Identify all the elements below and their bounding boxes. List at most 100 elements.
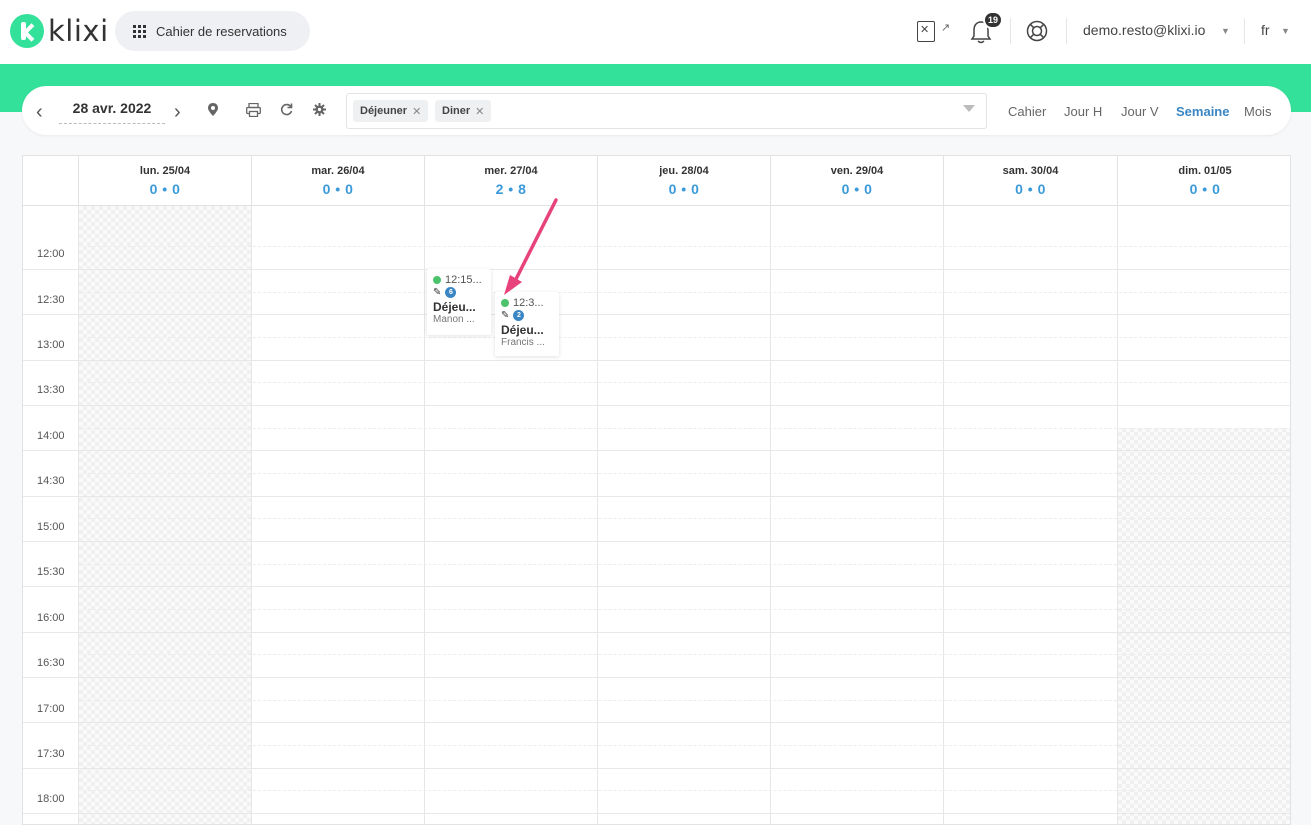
filter-tag-dejeuner[interactable]: Déjeuner ✕ xyxy=(353,100,429,122)
logo-mark-icon xyxy=(10,14,44,48)
day-header-sun[interactable]: dim. 01/05 0 • 0 xyxy=(1117,156,1290,206)
view-cahier[interactable]: Cahier xyxy=(1008,104,1046,119)
day-count: 0 • 0 xyxy=(1015,181,1046,197)
view-semaine[interactable]: Semaine xyxy=(1176,104,1229,119)
day-column-thu[interactable] xyxy=(597,206,770,824)
day-name: lun. 25/04 xyxy=(139,165,191,177)
day-header-sat[interactable]: sam. 30/04 0 • 0 xyxy=(943,156,1117,206)
remove-tag-icon[interactable]: ✕ xyxy=(412,105,421,118)
table-plan-icon[interactable] xyxy=(917,21,935,42)
next-chevron-icon[interactable]: › xyxy=(174,101,181,124)
grid-line xyxy=(78,382,1290,383)
help-lifebuoy-icon[interactable] xyxy=(1026,20,1048,42)
reservation-book-button[interactable]: Cahier de reservations xyxy=(115,11,310,51)
day-column-tue[interactable] xyxy=(251,206,424,824)
reservation-service: Déjeu... xyxy=(433,300,476,314)
grid-line xyxy=(78,473,1290,474)
grid-line xyxy=(78,564,1290,565)
day-header-tue[interactable]: mar. 26/04 0 • 0 xyxy=(251,156,424,206)
covers-badge: 6 xyxy=(445,287,457,298)
printer-icon[interactable] xyxy=(246,102,261,120)
chevron-down-icon[interactable]: ▼ xyxy=(1221,26,1230,36)
apps-grid-icon xyxy=(133,24,146,38)
day-column-mon[interactable] xyxy=(78,206,251,824)
view-jour-h[interactable]: Jour H xyxy=(1064,104,1102,119)
previous-chevron-icon[interactable]: ‹ xyxy=(36,101,43,124)
time-label: 16:00 xyxy=(37,612,65,624)
time-label: 17:00 xyxy=(37,703,65,715)
pencil-icon: ✎ xyxy=(501,310,510,321)
day-column-sun[interactable] xyxy=(1117,206,1290,824)
time-label: 13:00 xyxy=(37,339,65,351)
closed-slot-area xyxy=(1118,428,1290,824)
day-column-sat[interactable] xyxy=(943,206,1117,824)
day-count: 0 • 0 xyxy=(841,181,873,197)
day-header-thu[interactable]: jeu. 28/04 0 • 0 xyxy=(597,156,770,206)
grid-line xyxy=(23,405,1290,406)
reservation-guest-name: Francis ... xyxy=(501,337,545,348)
grid-line xyxy=(23,314,1290,315)
date-picker[interactable]: 28 avr. 2022 xyxy=(59,100,165,124)
grid-line xyxy=(78,428,1290,429)
day-name: ven. 29/04 xyxy=(830,165,884,177)
reservation-card[interactable]: 12:3... ✎ 2 Déjeu... Francis ... xyxy=(495,292,559,356)
day-name: dim. 01/05 xyxy=(1178,165,1232,177)
reservation-time: 12:15... xyxy=(445,273,482,286)
filter-tag-diner[interactable]: Diner ✕ xyxy=(435,100,492,122)
grid-line xyxy=(23,768,1290,769)
view-jour-v[interactable]: Jour V xyxy=(1121,104,1159,119)
external-arrow-icon: ↗ xyxy=(941,22,951,34)
day-name: sam. 30/04 xyxy=(1002,165,1059,177)
grid-line xyxy=(78,292,1290,293)
day-count: 0 • 0 xyxy=(668,181,700,197)
day-name: mar. 26/04 xyxy=(311,165,365,177)
divider xyxy=(1244,18,1245,44)
time-label: 15:30 xyxy=(37,566,65,578)
covers-badge: 2 xyxy=(513,310,525,321)
refresh-icon[interactable] xyxy=(280,103,293,119)
day-count: 2 • 8 xyxy=(495,181,527,197)
gear-icon[interactable] xyxy=(313,103,326,119)
day-header-fri[interactable]: ven. 29/04 0 • 0 xyxy=(770,156,943,206)
filter-tag-label: Déjeuner xyxy=(360,105,408,117)
time-label: 12:30 xyxy=(37,294,65,306)
time-label: 12:00 xyxy=(37,248,65,260)
day-name: mer. 27/04 xyxy=(484,165,538,177)
week-calendar: 12:00 12:30 13:00 13:30 14:00 14:30 15:0… xyxy=(22,155,1291,825)
grid-line xyxy=(23,677,1290,678)
grid-line xyxy=(23,541,1290,542)
grid-line xyxy=(23,586,1290,587)
grid-line xyxy=(78,700,1290,701)
klixi-logo[interactable]: klixi xyxy=(10,14,109,48)
status-dot-icon xyxy=(501,298,509,307)
reservation-card[interactable]: 12:15... ✎ 6 Déjeu... Manon ... xyxy=(427,269,491,335)
grid-line xyxy=(78,745,1290,746)
day-header-wed[interactable]: mer. 27/04 2 • 8 xyxy=(424,156,597,206)
grid-line xyxy=(23,722,1290,723)
grid-line xyxy=(23,496,1290,497)
remove-tag-icon[interactable]: ✕ xyxy=(475,105,484,118)
reservation-guest-name: Manon ... xyxy=(433,314,475,325)
user-email-menu[interactable]: demo.resto@klixi.io xyxy=(1083,22,1205,38)
day-column-fri[interactable] xyxy=(770,206,943,824)
top-navbar: klixi Cahier de reservations ↗ 19 demo.r… xyxy=(0,0,1311,64)
notification-badge: 19 xyxy=(983,11,1003,29)
time-label: 14:00 xyxy=(37,430,65,442)
dropdown-caret-icon[interactable] xyxy=(963,105,975,112)
time-label: 16:30 xyxy=(37,657,65,669)
grid-line xyxy=(23,813,1290,814)
grid-line xyxy=(23,360,1290,361)
time-label: 13:30 xyxy=(37,384,65,396)
language-selector[interactable]: fr xyxy=(1261,22,1270,38)
grid-line xyxy=(23,450,1290,451)
day-header-mon[interactable]: lun. 25/04 0 • 0 xyxy=(78,156,251,206)
grid-line xyxy=(23,632,1290,633)
reservation-time: 12:3... xyxy=(513,296,544,309)
pencil-icon: ✎ xyxy=(433,287,442,298)
day-name: jeu. 28/04 xyxy=(659,165,709,177)
grid-line xyxy=(78,790,1290,791)
location-pin-icon[interactable] xyxy=(208,103,218,119)
day-count: 0 • 0 xyxy=(149,181,181,197)
view-mois[interactable]: Mois xyxy=(1244,104,1271,119)
chevron-down-icon[interactable]: ▼ xyxy=(1281,26,1290,36)
